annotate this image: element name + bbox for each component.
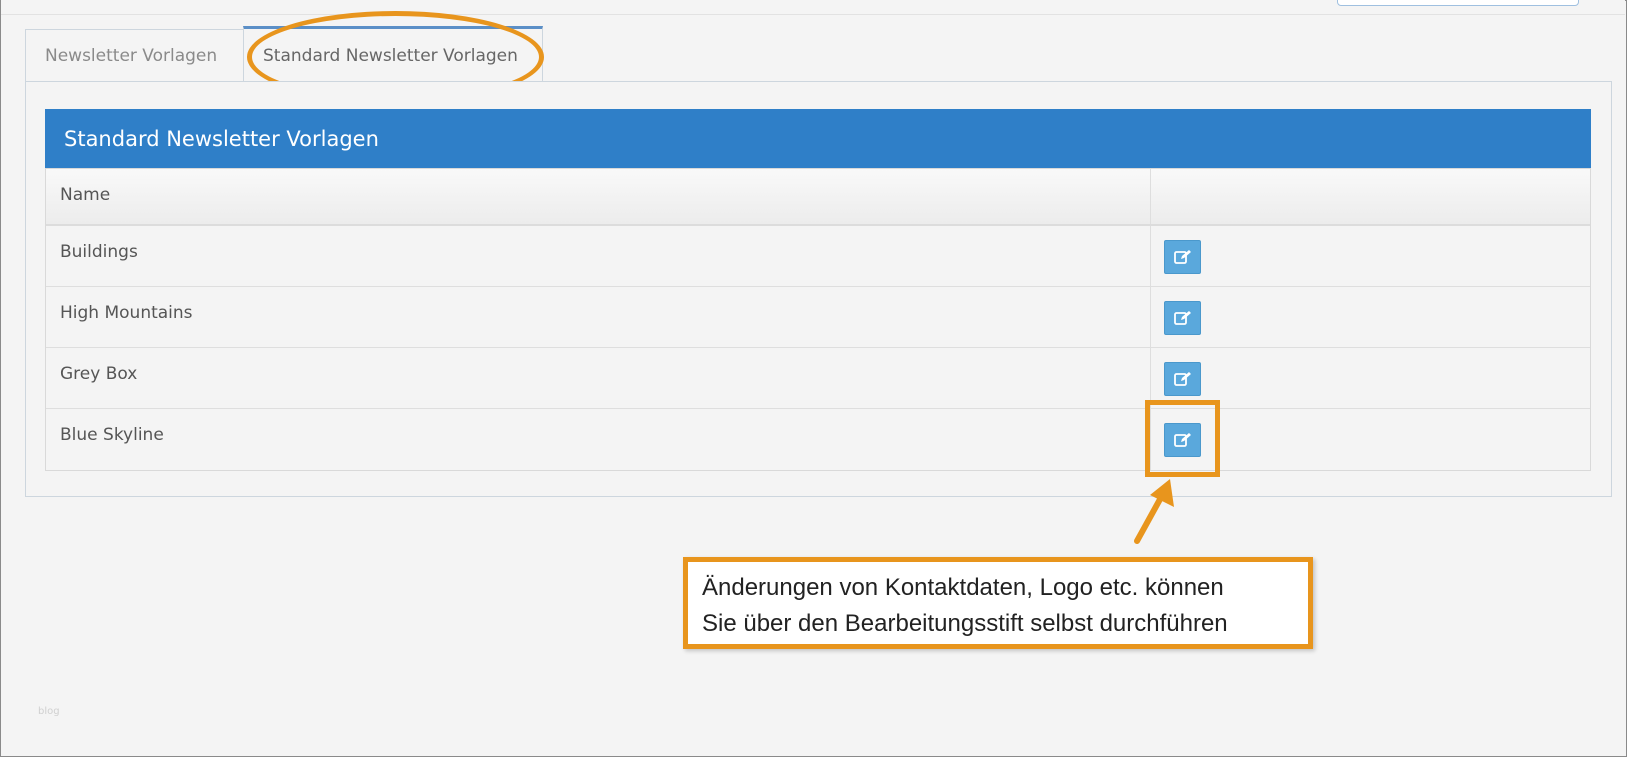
tab-standard-newsletter-vorlagen[interactable]: Standard Newsletter Vorlagen xyxy=(243,26,543,82)
panel-title-bar: Standard Newsletter Vorlagen xyxy=(45,109,1591,168)
edit-icon xyxy=(1173,372,1191,386)
column-header-name[interactable]: Name xyxy=(46,169,1151,224)
edit-button[interactable] xyxy=(1164,240,1201,274)
table-header-row: Name xyxy=(46,169,1590,226)
edit-icon xyxy=(1173,250,1191,264)
table-row: Grey Box xyxy=(46,348,1590,409)
action-cell xyxy=(1151,287,1590,347)
edit-button[interactable] xyxy=(1164,423,1201,457)
annotation-callout: Änderungen von Kontaktdaten, Logo etc. k… xyxy=(683,557,1313,649)
template-name: Grey Box xyxy=(46,348,1151,408)
table-row: Blue Skyline xyxy=(46,409,1590,470)
table-row: High Mountains xyxy=(46,287,1590,348)
top-input-control[interactable] xyxy=(1337,0,1579,6)
tab-newsletter-vorlagen[interactable]: Newsletter Vorlagen xyxy=(25,29,244,82)
watermark: blog xyxy=(38,706,60,717)
top-strip xyxy=(1,0,1625,15)
edit-icon xyxy=(1173,433,1191,447)
template-name: Blue Skyline xyxy=(46,409,1151,470)
edit-button[interactable] xyxy=(1164,362,1201,396)
tab-label: Newsletter Vorlagen xyxy=(45,46,218,66)
table-row: Buildings xyxy=(46,226,1590,287)
tab-label: Standard Newsletter Vorlagen xyxy=(263,45,518,66)
panel-title: Standard Newsletter Vorlagen xyxy=(64,126,379,151)
edit-button[interactable] xyxy=(1164,301,1201,335)
template-name: High Mountains xyxy=(46,287,1151,347)
action-cell xyxy=(1151,226,1590,286)
action-cell xyxy=(1151,409,1590,470)
callout-line-1: Änderungen von Kontaktdaten, Logo etc. k… xyxy=(702,574,1224,601)
callout-line-2: Sie über den Bearbeitungsstift selbst du… xyxy=(702,610,1228,637)
templates-table: Name Buildings High Mountains Grey Box B… xyxy=(45,168,1591,471)
action-cell xyxy=(1151,348,1590,408)
edit-icon xyxy=(1173,311,1191,325)
template-name: Buildings xyxy=(46,226,1151,286)
column-header-actions xyxy=(1151,169,1590,224)
